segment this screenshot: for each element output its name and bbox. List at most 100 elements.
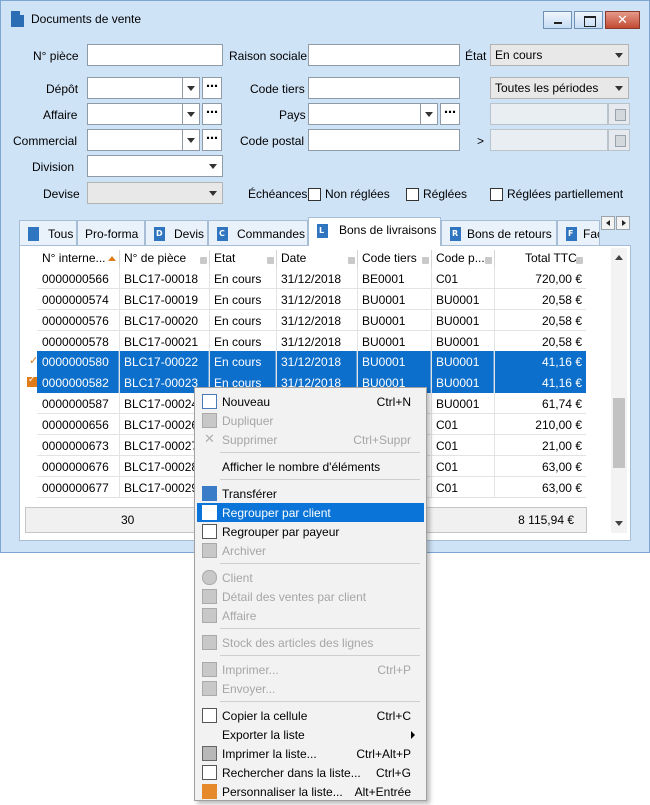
column-header-etat[interactable]: Etat xyxy=(214,251,235,269)
menu-item-nouveau[interactable]: Nouveau Ctrl+N xyxy=(197,392,424,411)
checked-box-icon[interactable] xyxy=(27,374,37,387)
devise-combo[interactable] xyxy=(87,182,223,204)
menu-item-afficher-nombre[interactable]: Afficher le nombre d'éléments xyxy=(197,457,424,476)
filter-icon[interactable] xyxy=(576,257,583,264)
column-header-code-p[interactable]: Code p... xyxy=(436,251,485,269)
menu-item-transferer[interactable]: Transférer xyxy=(197,484,424,503)
tab-bons-de-retours[interactable]: R Bons de retours xyxy=(441,220,557,245)
affaire-label: Affaire xyxy=(43,108,78,122)
commercial-browse-button[interactable]: ⋯ xyxy=(202,129,222,151)
affaire-input[interactable] xyxy=(87,103,183,125)
pays-dropdown-button[interactable] xyxy=(420,103,438,125)
column-header-piece[interactable]: N° de pièce xyxy=(124,251,186,269)
scroll-up-icon[interactable] xyxy=(615,255,623,260)
menu-shortcut: Ctrl+P xyxy=(377,663,411,677)
calendar-icon[interactable] xyxy=(608,103,630,125)
cell: BU0001 xyxy=(362,335,406,349)
no-piece-input[interactable] xyxy=(87,44,223,66)
filter-icon[interactable] xyxy=(200,257,207,264)
commercial-input[interactable] xyxy=(87,129,183,151)
division-combo[interactable] xyxy=(87,155,223,177)
column-separator[interactable] xyxy=(431,250,432,270)
menu-separator xyxy=(220,655,420,656)
column-header-total-ttc[interactable]: Total TTC xyxy=(525,251,577,269)
filter-icon[interactable] xyxy=(267,257,274,264)
code-tiers-input[interactable] xyxy=(308,77,460,99)
menu-item-rechercher-liste[interactable]: Rechercher dans la liste... Ctrl+G xyxy=(197,763,424,782)
title-bar[interactable]: Documents de vente ✕ xyxy=(1,1,649,39)
cell: 41,16 € xyxy=(541,355,582,369)
pays-browse-button[interactable]: ⋯ xyxy=(440,103,460,125)
tab-factures[interactable]: F Fac xyxy=(557,220,600,245)
menu-item-copier-cellule[interactable]: Copier la cellule Ctrl+C xyxy=(197,706,424,725)
menu-item-personnaliser-liste[interactable]: Personnaliser la liste... Alt+Entrée xyxy=(197,782,424,801)
cell: C01 xyxy=(436,439,459,453)
column-separator[interactable] xyxy=(276,250,277,270)
tabs-scroll-right-button[interactable] xyxy=(616,216,630,230)
menu-item-dupliquer[interactable]: Dupliquer xyxy=(197,411,424,430)
column-separator[interactable] xyxy=(357,250,358,270)
reglees-partiellement-checkbox[interactable] xyxy=(490,188,503,201)
menu-item-exporter-liste[interactable]: Exporter la liste xyxy=(197,725,424,744)
raison-sociale-input[interactable] xyxy=(308,44,460,66)
menu-item-imprimer-liste[interactable]: Imprimer la liste... Ctrl+Alt+P xyxy=(197,744,424,763)
tab-commandes[interactable]: C Commandes xyxy=(208,220,308,245)
scroll-down-icon[interactable] xyxy=(615,521,623,526)
no-piece-label: N° pièce xyxy=(33,49,79,63)
depot-dropdown-button[interactable] xyxy=(182,77,200,99)
grid-vertical-scrollbar[interactable] xyxy=(611,248,627,533)
customize-list-icon xyxy=(202,784,217,799)
column-header-interne[interactable]: N° interne... xyxy=(42,251,106,269)
icon-letter: R xyxy=(452,229,459,238)
non-reglees-checkbox[interactable] xyxy=(308,188,321,201)
menu-item-stock-articles[interactable]: Stock des articles des lignes xyxy=(197,633,424,652)
menu-item-archiver[interactable]: Archiver xyxy=(197,541,424,560)
document-icon xyxy=(11,11,24,27)
column-header-code-tiers[interactable]: Code tiers xyxy=(362,251,417,269)
etat-combo[interactable]: En cours xyxy=(490,44,629,66)
menu-item-client[interactable]: Client xyxy=(197,568,424,587)
affaire-browse-button[interactable]: ⋯ xyxy=(202,103,222,125)
menu-item-envoyer[interactable]: Envoyer... xyxy=(197,679,424,698)
affaire-dropdown-button[interactable] xyxy=(182,103,200,125)
pays-input[interactable] xyxy=(308,103,421,125)
column-separator[interactable] xyxy=(494,250,495,270)
commercial-dropdown-button[interactable] xyxy=(182,129,200,151)
column-separator[interactable] xyxy=(209,250,210,270)
filter-icon[interactable] xyxy=(422,257,429,264)
chevron-down-icon xyxy=(610,45,628,65)
close-button[interactable]: ✕ xyxy=(605,11,640,29)
filter-icon[interactable] xyxy=(348,257,355,264)
column-header-date[interactable]: Date xyxy=(281,251,306,269)
scroll-thumb[interactable] xyxy=(613,398,625,468)
date-end-input[interactable] xyxy=(490,129,608,151)
column-separator[interactable] xyxy=(119,250,120,270)
tab-tous[interactable]: Tous xyxy=(19,220,77,245)
icon-letter: C xyxy=(219,229,225,238)
menu-item-affaire[interactable]: Affaire xyxy=(197,606,424,625)
minimize-button[interactable] xyxy=(543,11,572,29)
maximize-button[interactable] xyxy=(574,11,603,29)
cell: C01 xyxy=(436,418,459,432)
menu-item-detail-ventes[interactable]: Détail des ventes par client xyxy=(197,587,424,606)
calendar-icon[interactable] xyxy=(608,129,630,151)
tabs-scroll-left-button[interactable] xyxy=(601,216,615,230)
tab-devis[interactable]: D Devis xyxy=(145,220,208,245)
depot-input[interactable] xyxy=(87,77,183,99)
date-start-input[interactable] xyxy=(490,103,608,125)
menu-item-regrouper-payeur[interactable]: Regrouper par payeur xyxy=(197,522,424,541)
cell: 31/12/2018 xyxy=(281,335,342,349)
cell: En cours xyxy=(214,314,262,328)
depot-browse-button[interactable]: ⋯ xyxy=(202,77,222,99)
tab-bons-de-livraisons[interactable]: L Bons de livraisons xyxy=(308,217,441,246)
menu-item-regrouper-client[interactable]: Regrouper par client xyxy=(197,503,424,522)
filter-icon[interactable] xyxy=(485,257,492,264)
tab-pro-forma[interactable]: Pro-forma xyxy=(77,220,145,245)
periode-combo[interactable]: Toutes les périodes xyxy=(490,77,629,99)
tab-label: Bons de livraisons xyxy=(339,223,437,237)
cell: BLC17-00020 xyxy=(124,314,199,328)
menu-item-imprimer[interactable]: Imprimer... Ctrl+P xyxy=(197,660,424,679)
code-postal-input[interactable] xyxy=(308,129,460,151)
reglees-checkbox[interactable] xyxy=(406,188,419,201)
menu-item-supprimer[interactable]: ✕ Supprimer Ctrl+Suppr xyxy=(197,430,424,449)
